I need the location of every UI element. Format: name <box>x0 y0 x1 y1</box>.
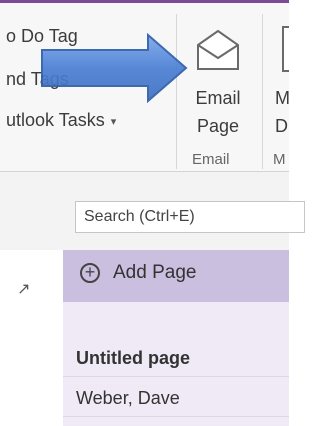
search-placeholder: Search (Ctrl+E) <box>84 208 195 225</box>
envelope-icon <box>197 29 239 70</box>
ribbon-accent-bar <box>0 0 289 3</box>
page-row-divider <box>63 416 289 417</box>
section-tabs-area <box>0 250 63 426</box>
meetings-group-label: M <box>273 151 286 168</box>
add-page-label: Add Page <box>113 262 197 283</box>
page-row-divider <box>63 376 289 377</box>
outlook-tasks-button[interactable]: utlook Tasks ▾ <box>6 110 116 131</box>
email-page-label-line1: Email <box>195 88 241 108</box>
page-item-untitled[interactable]: Untitled page <box>76 348 190 369</box>
popout-icon[interactable]: ↗ <box>17 279 30 299</box>
email-group-label: Email <box>192 151 230 168</box>
email-page-label-line2: Page <box>196 116 240 136</box>
dropdown-caret-icon: ▾ <box>110 115 117 128</box>
add-page-plus-icon: + <box>80 263 100 283</box>
email-page-button[interactable]: Email Page <box>182 20 254 145</box>
page-item-weber[interactable]: Weber, Dave <box>76 388 180 409</box>
meeting-details-label-line2: D <box>275 116 288 136</box>
search-input[interactable]: Search (Ctrl+E) <box>75 201 305 233</box>
outlook-tasks-label: utlook Tasks <box>6 110 105 130</box>
meeting-details-label-line1: M <box>275 88 289 108</box>
ribbon-separator <box>262 14 263 169</box>
meeting-details-icon <box>282 26 289 72</box>
meeting-details-button[interactable]: M D <box>268 20 289 145</box>
callout-arrow-icon <box>41 33 188 103</box>
